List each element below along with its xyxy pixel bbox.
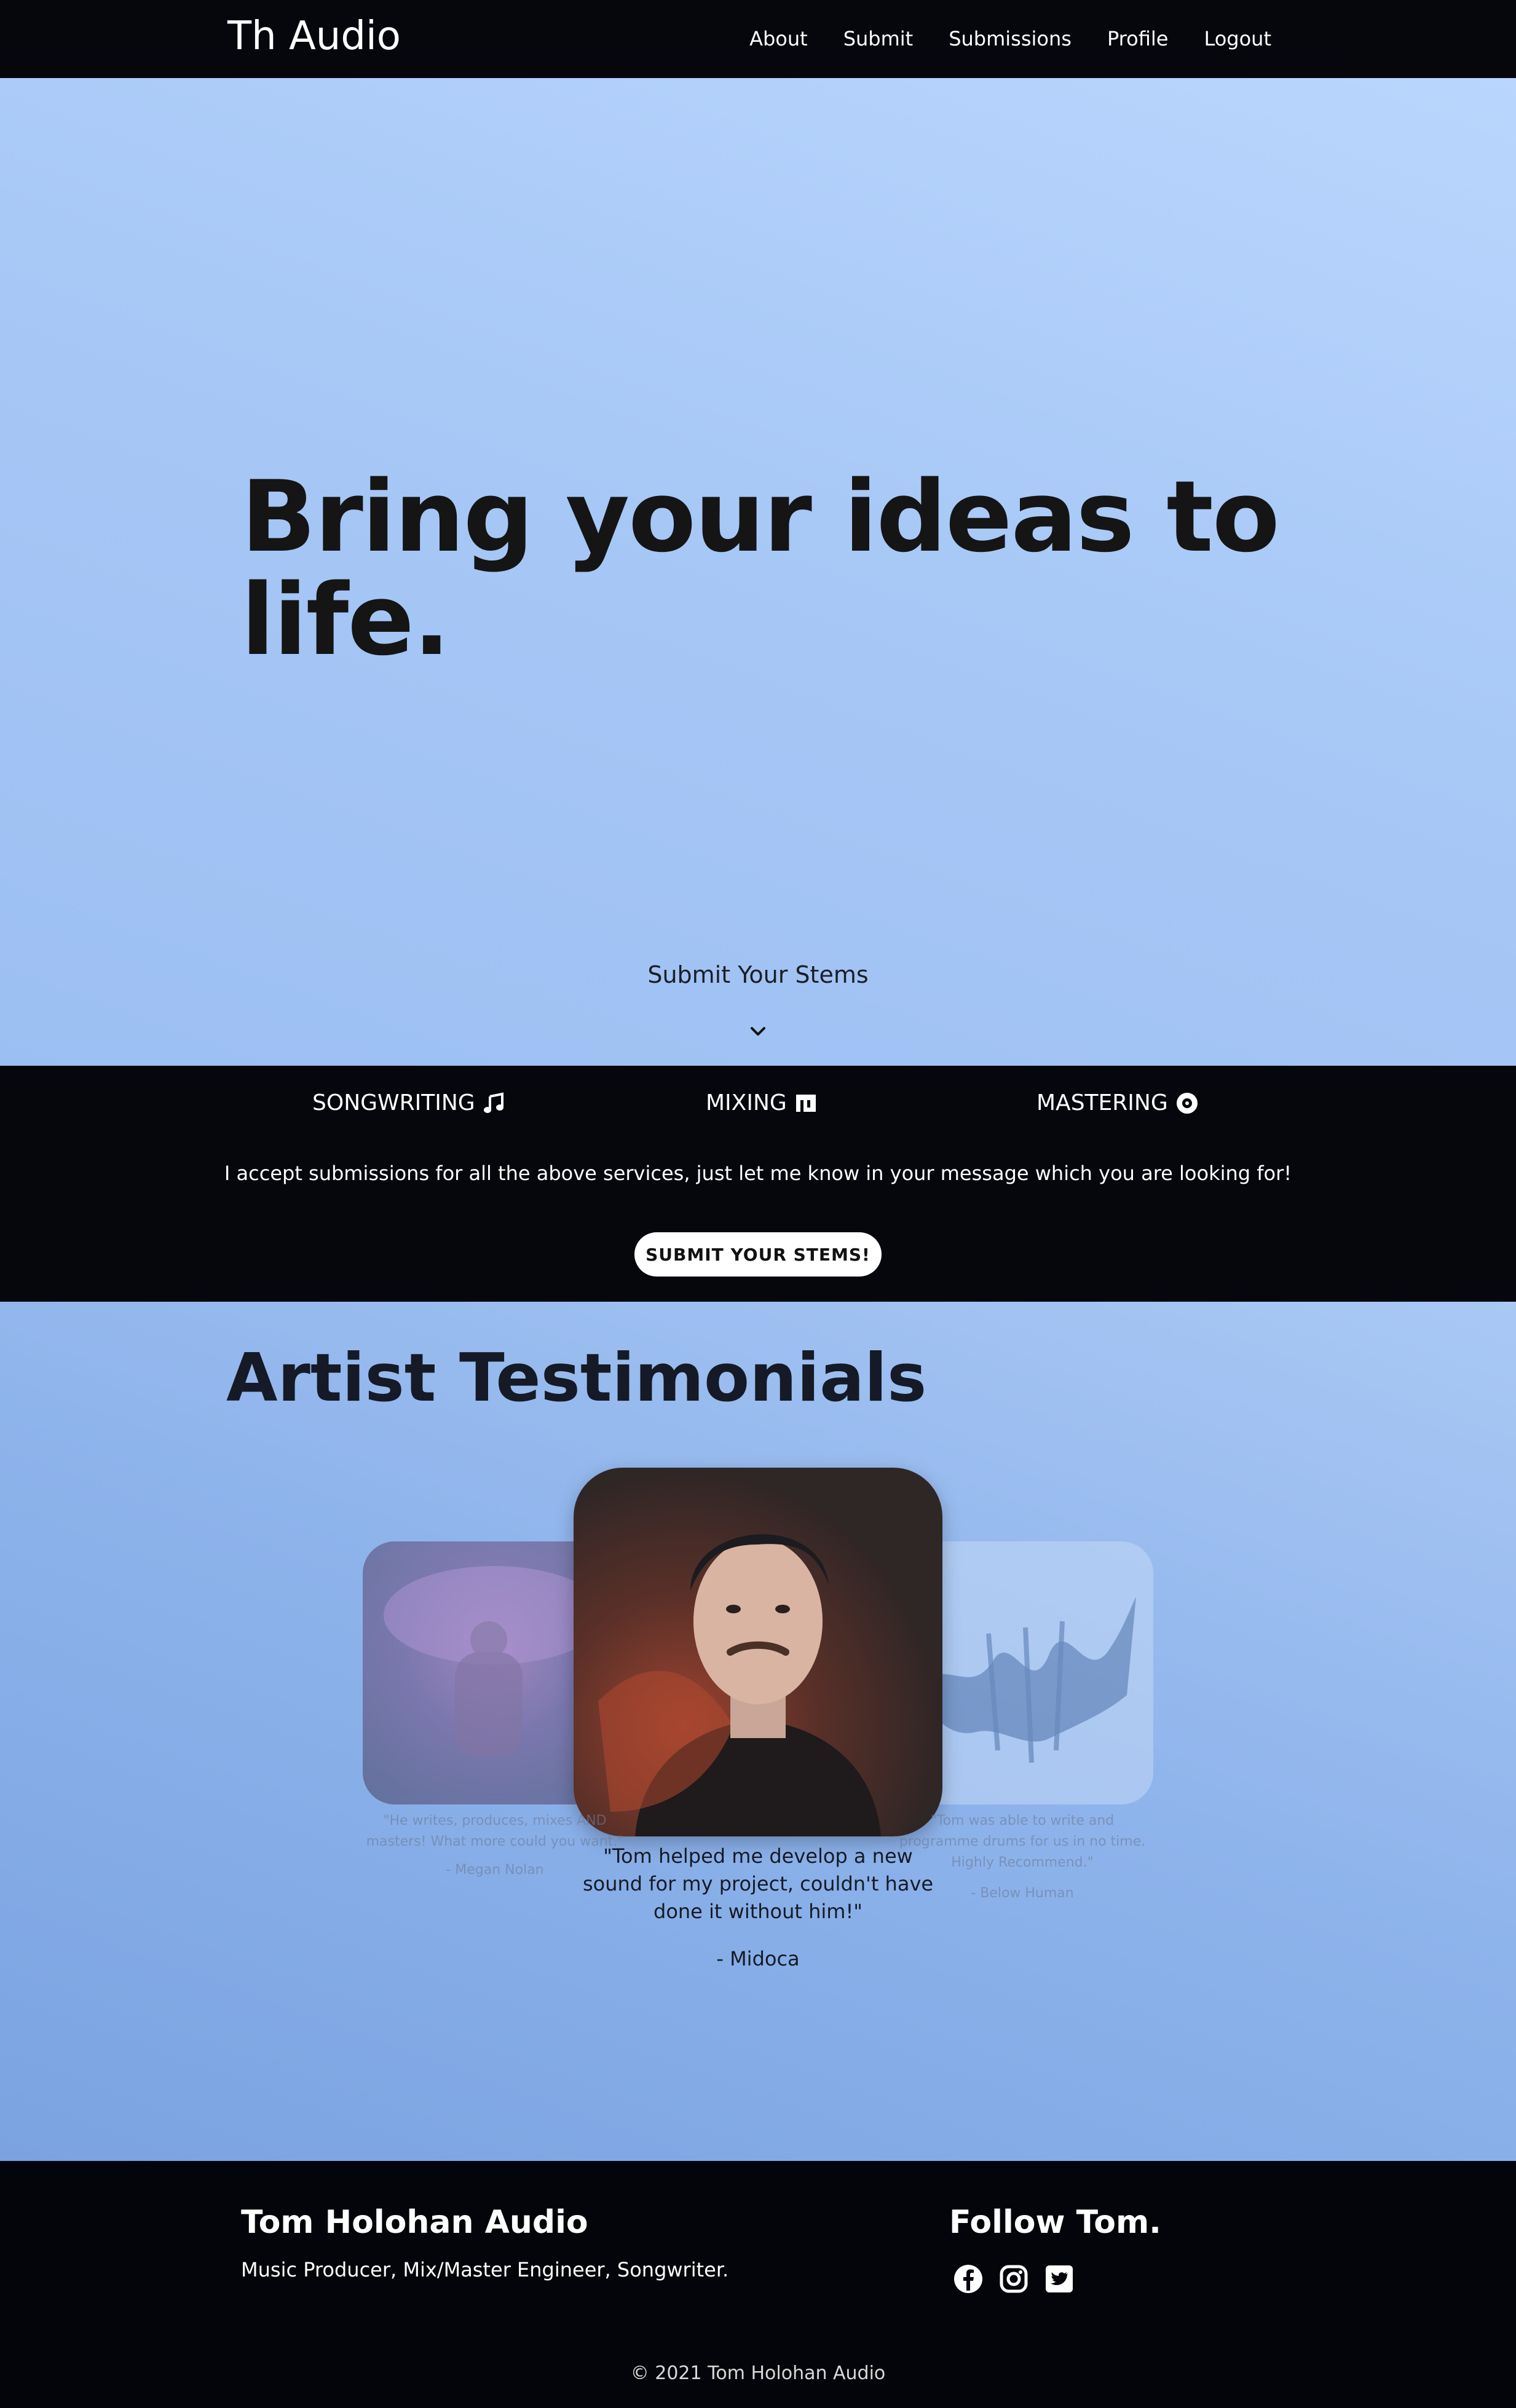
twitter-icon[interactable] <box>1044 2264 1075 2294</box>
footer-description: Music Producer, Mix/Master Engineer, Son… <box>241 2258 729 2281</box>
nav-link-about[interactable]: About <box>749 27 808 50</box>
nav-link-submit[interactable]: Submit <box>843 27 914 50</box>
nav-link-logout[interactable]: Logout <box>1204 27 1271 50</box>
hero-section: Bring your ideas to life. Submit Your St… <box>0 78 1516 1066</box>
social-links <box>953 2264 1075 2294</box>
service-mastering: MASTERING <box>1036 1090 1199 1115</box>
brand-logo[interactable]: Th Audio <box>227 14 401 59</box>
hero-title: Bring your ideas to life. <box>241 459 1280 677</box>
footer-follow-title: Follow Tom. <box>949 2204 1161 2241</box>
disc-icon <box>1176 1092 1198 1114</box>
footer: Tom Holohan Audio Music Producer, Mix/Ma… <box>0 2161 1516 2408</box>
service-label-mastering: MASTERING <box>1036 1090 1168 1115</box>
services-note: I accept submissions for all the above s… <box>224 1162 1292 1185</box>
service-songwriting: SONGWRITING <box>312 1090 506 1115</box>
music-note-icon <box>483 1092 503 1113</box>
testimonials-section: Artist Testimonials "He writes, produces… <box>0 1302 1516 2161</box>
testimonials-title: Artist Testimonials <box>226 1340 927 1417</box>
testimonial-card-center[interactable] <box>574 1468 942 1836</box>
instagram-icon[interactable] <box>998 2264 1029 2294</box>
chevron-down-icon[interactable] <box>749 1022 767 1041</box>
navbar: Th Audio About Submit Submissions Profil… <box>0 0 1516 78</box>
service-mixing: MIXING <box>706 1090 818 1115</box>
nav-link-submissions[interactable]: Submissions <box>949 27 1072 50</box>
nav-link-profile[interactable]: Profile <box>1107 27 1169 50</box>
mixer-icon <box>796 1094 816 1112</box>
nav-links: About Submit Submissions Profile Logout <box>749 27 1271 50</box>
testimonial-author-center: - Midoca <box>716 1947 800 1970</box>
copyright: © 2021 Tom Holohan Audio <box>630 2363 886 2384</box>
testimonial-quote-center: "Tom helped me develop a new sound for m… <box>582 1844 934 1923</box>
facebook-icon[interactable] <box>953 2264 984 2294</box>
service-label-mixing: MIXING <box>706 1090 787 1115</box>
submit-stems-link[interactable]: Submit Your Stems <box>0 961 1516 988</box>
footer-title: Tom Holohan Audio <box>241 2204 588 2241</box>
artist-photo-midoca <box>598 1534 881 1836</box>
submit-stems-button[interactable]: SUBMIT YOUR STEMS! <box>634 1232 882 1277</box>
services-section: SONGWRITING MIXING MASTERING I accept su… <box>0 1066 1516 1302</box>
service-label-songwriting: SONGWRITING <box>312 1090 475 1115</box>
